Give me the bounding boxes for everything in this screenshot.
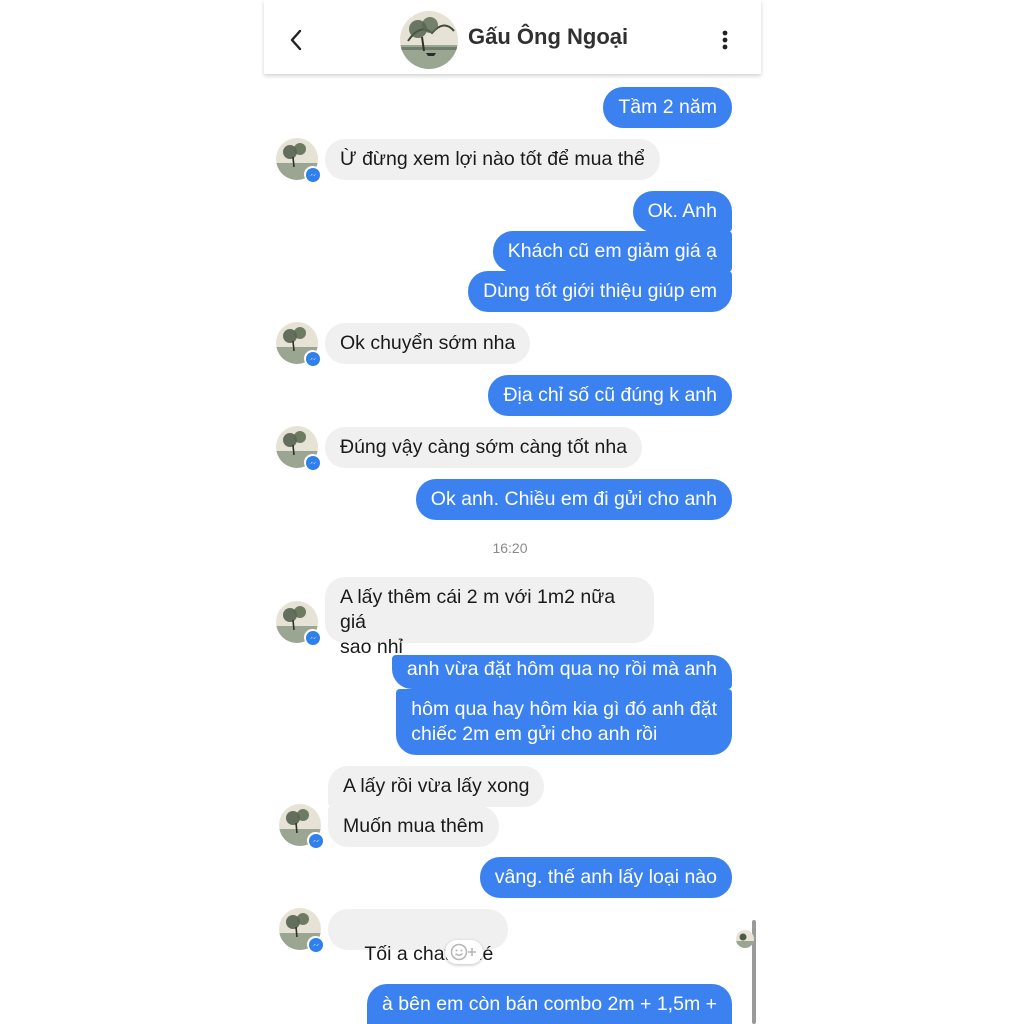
message-bubble-incoming[interactable]: Tối a chat nhé <box>328 909 509 965</box>
messenger-icon <box>307 936 324 953</box>
message-bubble-outgoing[interactable]: Dùng tốt giới thiệu giúp em <box>468 271 732 312</box>
message-bubble-outgoing[interactable]: à bên em còn bán combo 2m + 1,5m + <box>367 984 732 1024</box>
messenger-icon <box>307 832 324 849</box>
chat-header: Gấu Ông Ngoại <box>264 0 761 74</box>
back-button[interactable] <box>282 24 310 56</box>
message-bubble-incoming[interactable]: A lấy thêm cái 2 m với 1m2 nữa giá sao n… <box>325 577 654 658</box>
add-reaction-button[interactable] <box>445 940 483 964</box>
message-bubble-incoming[interactable]: Ok chuyển sớm nha <box>325 323 531 364</box>
message-text: Muốn mua thêm <box>343 815 484 837</box>
message-text: Ok chuyển sớm nha <box>340 332 516 354</box>
message-text: A lấy rồi vừa lấy xong <box>343 775 530 797</box>
message-text: à bên em còn bán combo 2m + 1,5m + <box>382 993 717 1015</box>
message-bubble-outgoing[interactable]: hôm qua hay hôm kia gì đó anh đặt chiếc … <box>396 689 732 755</box>
message-bubble-outgoing[interactable]: Tầm 2 năm <box>603 87 732 128</box>
message-bubble-incoming[interactable]: Đúng vậy càng sớm càng tốt nha <box>325 427 643 468</box>
sender-avatar[interactable] <box>276 322 321 367</box>
sender-avatar[interactable] <box>279 908 324 953</box>
message-bubble-outgoing[interactable]: Ok. Anh <box>632 191 732 232</box>
more-options-button[interactable] <box>714 26 736 54</box>
messenger-icon <box>304 629 321 646</box>
sender-avatar[interactable] <box>276 426 321 471</box>
more-vertical-icon <box>722 30 728 50</box>
chat-screen: Gấu Ông Ngoại Tầm 2 năm Ừ đừng xem lợi n… <box>0 0 1024 1024</box>
message-bubble-outgoing[interactable]: Khách cũ em giảm giá ạ <box>492 231 732 272</box>
message-bubble-outgoing[interactable]: vâng. thế anh lấy loại nào <box>479 857 732 898</box>
message-text: Ok anh. Chiều em đi gửi cho anh <box>430 488 717 510</box>
message-bubble-incoming[interactable]: Ừ đừng xem lợi nào tốt để mua thể <box>325 139 660 180</box>
message-text: Địa chỉ số cũ đúng k anh <box>503 384 717 406</box>
message-text: Khách cũ em giảm giá ạ <box>507 240 717 262</box>
message-text: Đúng vậy càng sớm càng tốt nha <box>340 436 628 458</box>
message-bubble-outgoing[interactable]: Địa chỉ số cũ đúng k anh <box>488 375 732 416</box>
message-text-line: hôm qua hay hôm kia gì đó anh đặt <box>411 698 717 720</box>
contact-name[interactable]: Gấu Ông Ngoại <box>468 24 628 50</box>
message-text: Ừ đừng xem lợi nào tốt để mua thể <box>340 148 645 170</box>
message-text: anh vừa đặt hôm qua nọ rồi mà anh <box>406 658 717 680</box>
chevron-left-icon <box>290 29 302 51</box>
message-text-line: A lấy thêm cái 2 m với 1m2 nữa giá <box>340 586 616 633</box>
messenger-icon <box>304 350 321 367</box>
sender-avatar[interactable] <box>276 138 321 183</box>
message-text: Dùng tốt giới thiệu giúp em <box>483 280 717 302</box>
message-text-line: chiếc 2m em gửi cho anh rồi <box>411 723 658 745</box>
message-bubble-incoming[interactable]: Muốn mua thêm <box>328 806 499 847</box>
message-bubble-outgoing[interactable]: Ok anh. Chiều em đi gửi cho anh <box>415 479 732 520</box>
seen-indicator-avatar <box>736 930 754 948</box>
contact-avatar[interactable] <box>400 11 458 69</box>
message-bubble-outgoing[interactable]: anh vừa đặt hôm qua nọ rồi mà anh <box>391 655 732 689</box>
message-timestamp: 16:20 <box>492 540 528 556</box>
message-text: Ok. Anh <box>647 200 717 222</box>
messenger-icon <box>304 166 321 183</box>
message-text: vâng. thế anh lấy loại nào <box>494 866 717 888</box>
messenger-icon <box>304 454 321 471</box>
sender-avatar[interactable] <box>279 804 324 849</box>
message-bubble-incoming[interactable]: A lấy rồi vừa lấy xong <box>328 766 545 807</box>
sender-avatar[interactable] <box>276 601 321 646</box>
add-reaction-icon <box>450 943 476 961</box>
message-text: Tầm 2 năm <box>618 96 717 118</box>
